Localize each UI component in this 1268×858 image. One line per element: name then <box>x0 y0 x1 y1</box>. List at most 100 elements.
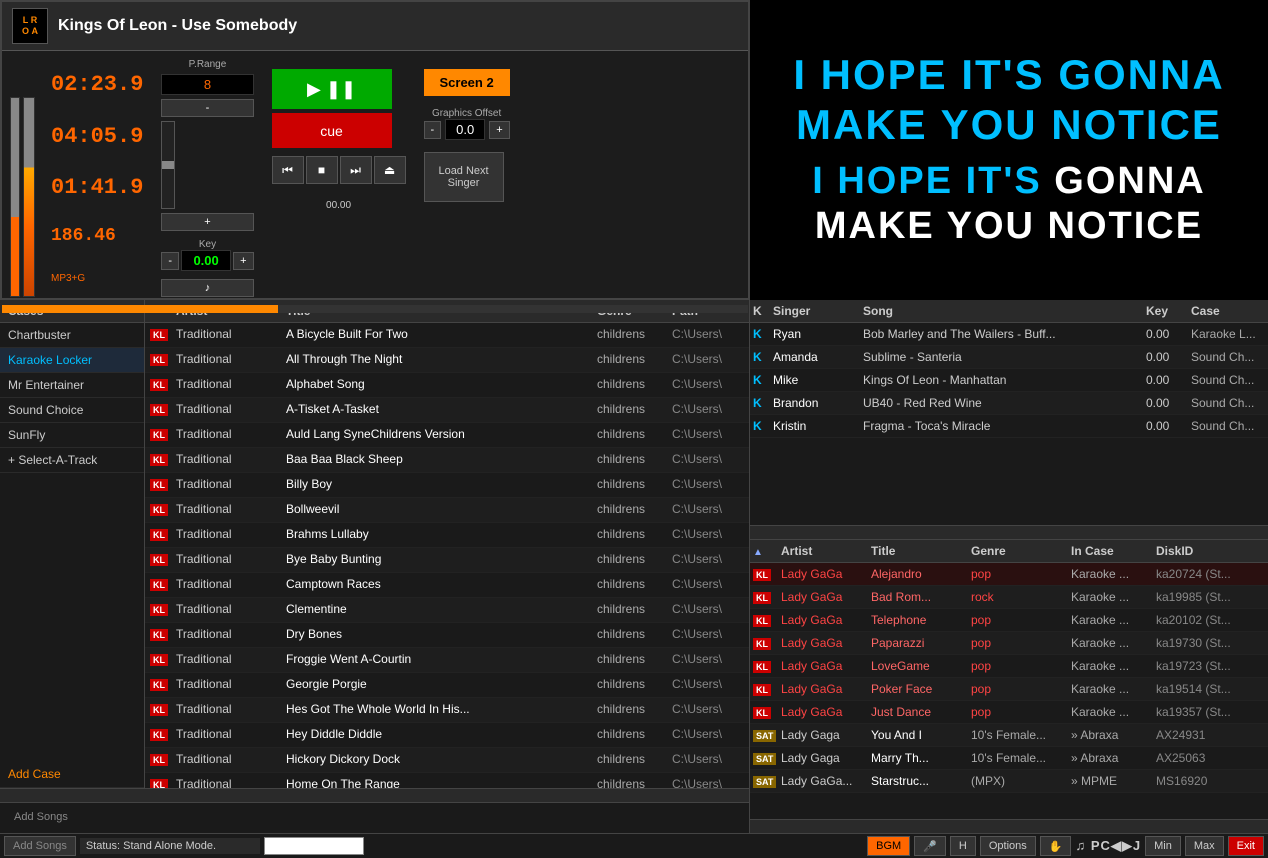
key-minus-btn[interactable]: - <box>161 252 179 270</box>
singer-case: Sound Ch... <box>1188 415 1268 437</box>
search-row[interactable]: KL Lady GaGa Alejandro pop Karaoke ... k… <box>750 563 1268 586</box>
pitch-minus-btn[interactable]: - <box>161 99 253 117</box>
search-row[interactable]: SAT Lady GaGa... Starstruc... (MPX) » MP… <box>750 770 1268 793</box>
case-item-sunfly[interactable]: SunFly <box>0 423 144 448</box>
library-scrollbar-h[interactable] <box>0 788 749 802</box>
singer-row[interactable]: K Brandon UB40 - Red Red Wine 0.00 Sound… <box>750 392 1268 415</box>
load-next-singer-btn[interactable]: Load NextSinger <box>424 152 504 202</box>
song-row[interactable]: KL Traditional Dry Bones childrens C:\Us… <box>145 623 749 648</box>
search-row[interactable]: KL Lady GaGa Poker Face pop Karaoke ... … <box>750 678 1268 701</box>
song-genre: childrens <box>594 348 669 372</box>
case-item-sound-choice[interactable]: Sound Choice <box>0 398 144 423</box>
kl-badge: KL <box>150 629 168 641</box>
progress-bar-container[interactable] <box>2 305 748 313</box>
song-kl: KL <box>145 373 173 397</box>
case-item-mr-entertainer[interactable]: Mr Entertainer <box>0 373 144 398</box>
song-row[interactable]: KL Traditional Home On The Range childre… <box>145 773 749 788</box>
music-note-btn[interactable]: ♪ <box>161 279 253 297</box>
graphics-minus-btn[interactable]: - <box>424 121 442 139</box>
song-row[interactable]: KL Traditional Camptown Races childrens … <box>145 573 749 598</box>
search-row[interactable]: SAT Lady Gaga Marry Th... 10's Female...… <box>750 747 1268 770</box>
search-row[interactable]: KL Lady GaGa Just Dance pop Karaoke ... … <box>750 701 1268 724</box>
pitch-slider-track[interactable] <box>161 121 175 209</box>
search-row[interactable]: KL Lady GaGa Telephone pop Karaoke ... k… <box>750 609 1268 632</box>
song-genre: childrens <box>594 648 669 672</box>
singer-col-case: Case <box>1188 300 1268 322</box>
song-row[interactable]: KL Traditional Auld Lang SyneChildrens V… <box>145 423 749 448</box>
song-row[interactable]: KL Traditional Alphabet Song childrens C… <box>145 373 749 398</box>
song-row[interactable]: KL Traditional Bollweevil childrens C:\U… <box>145 498 749 523</box>
search-incase: Karaoke ... <box>1068 609 1153 631</box>
song-row[interactable]: KL Traditional Baa Baa Black Sheep child… <box>145 448 749 473</box>
key-label: Key <box>161 239 253 250</box>
song-row[interactable]: KL Traditional Froggie Went A-Courtin ch… <box>145 648 749 673</box>
song-row[interactable]: KL Traditional Billy Boy childrens C:\Us… <box>145 473 749 498</box>
pitch-plus-btn[interactable]: + <box>161 213 253 231</box>
cases-table: Cases Chartbuster Karaoke Locker Mr Ente… <box>0 300 749 788</box>
hand-icon-btn[interactable]: ✋ <box>1040 836 1072 856</box>
stop-btn[interactable]: ■ <box>306 156 338 184</box>
options-btn[interactable]: Options <box>980 836 1036 856</box>
song-kl: KL <box>145 573 173 597</box>
singer-row[interactable]: K Ryan Bob Marley and The Wailers - Buff… <box>750 323 1268 346</box>
search-title: Poker Face <box>868 678 968 700</box>
play-pause-btn[interactable]: ▶ ❚❚ <box>272 69 392 109</box>
singer-col-k: K <box>750 300 770 322</box>
song-row[interactable]: KL Traditional All Through The Night chi… <box>145 348 749 373</box>
case-item-select-a-track[interactable]: + Select-A-Track <box>0 448 144 473</box>
graphics-label: Graphics Offset <box>424 108 510 119</box>
bgm-btn[interactable]: BGM <box>867 836 910 856</box>
song-row[interactable]: KL Traditional A-Tisket A-Tasket childre… <box>145 398 749 423</box>
song-row[interactable]: KL Traditional Clementine childrens C:\U… <box>145 598 749 623</box>
pitch-range-value: 8 <box>161 74 253 95</box>
song-path: C:\Users\ <box>669 673 749 697</box>
song-row[interactable]: KL Traditional Georgie Porgie childrens … <box>145 673 749 698</box>
song-path: C:\Users\ <box>669 323 749 347</box>
search-kl-badge: SAT <box>753 776 776 788</box>
song-title: Alphabet Song <box>283 373 594 397</box>
add-case-btn[interactable]: Add Case <box>0 761 144 788</box>
screen-btn[interactable]: Screen 2 <box>424 69 510 96</box>
exit-btn[interactable]: Exit <box>1228 836 1264 856</box>
search-row[interactable]: KL Lady GaGa Bad Rom... rock Karaoke ...… <box>750 586 1268 609</box>
search-scrollbar-h[interactable] <box>750 819 1268 833</box>
graphics-row: - 0.0 + <box>424 119 510 140</box>
search-row[interactable]: SAT Lady Gaga You And I 10's Female... »… <box>750 724 1268 747</box>
singer-scrollbar-h[interactable] <box>750 525 1268 539</box>
search-incase: Karaoke ... <box>1068 563 1153 585</box>
song-row[interactable]: KL Traditional Bye Baby Bunting children… <box>145 548 749 573</box>
search-title: You And I <box>868 724 968 746</box>
song-artist: Traditional <box>173 648 283 672</box>
min-btn[interactable]: Min <box>1145 836 1181 856</box>
song-row[interactable]: KL Traditional Hey Diddle Diddle childre… <box>145 723 749 748</box>
search-row[interactable]: KL Lady GaGa LoveGame pop Karaoke ... ka… <box>750 655 1268 678</box>
singer-row[interactable]: K Mike Kings Of Leon - Manhattan 0.00 So… <box>750 369 1268 392</box>
cue-btn[interactable]: cue <box>272 113 392 148</box>
singer-row[interactable]: K Amanda Sublime - Santeria 0.00 Sound C… <box>750 346 1268 369</box>
song-row[interactable]: KL Traditional Brahms Lullaby childrens … <box>145 523 749 548</box>
singer-row[interactable]: K Kristin Fragma - Toca's Miracle 0.00 S… <box>750 415 1268 438</box>
singer-key: 0.00 <box>1143 415 1188 437</box>
status-search-input[interactable] <box>264 837 364 855</box>
h-btn[interactable]: H <box>950 836 976 856</box>
search-genre: rock <box>968 586 1068 608</box>
fastforward-btn[interactable]: ⏭ <box>340 156 372 184</box>
add-songs-btn[interactable]: Add Songs <box>6 807 76 827</box>
case-item-karaoke-locker[interactable]: Karaoke Locker <box>0 348 144 373</box>
eject-btn[interactable]: ⏏ <box>374 156 406 184</box>
song-row[interactable]: KL Traditional Hickory Dickory Dock chil… <box>145 748 749 773</box>
song-path: C:\Users\ <box>669 648 749 672</box>
add-songs-status-btn[interactable]: Add Songs <box>4 836 76 856</box>
song-genre: childrens <box>594 373 669 397</box>
case-item-chartbuster[interactable]: Chartbuster <box>0 323 144 348</box>
rewind-btn[interactable]: ⏮ <box>272 156 304 184</box>
key-plus-btn[interactable]: + <box>233 252 253 270</box>
max-btn[interactable]: Max <box>1185 836 1224 856</box>
song-row[interactable]: KL Traditional Hes Got The Whole World I… <box>145 698 749 723</box>
singer-song: UB40 - Red Red Wine <box>860 392 1143 414</box>
song-row[interactable]: KL Traditional A Bicycle Built For Two c… <box>145 323 749 348</box>
search-row[interactable]: KL Lady GaGa Paparazzi pop Karaoke ... k… <box>750 632 1268 655</box>
graphics-plus-btn[interactable]: + <box>489 121 509 139</box>
mic-icon-btn[interactable]: 🎤 <box>914 836 946 856</box>
singer-name: Amanda <box>770 346 860 368</box>
